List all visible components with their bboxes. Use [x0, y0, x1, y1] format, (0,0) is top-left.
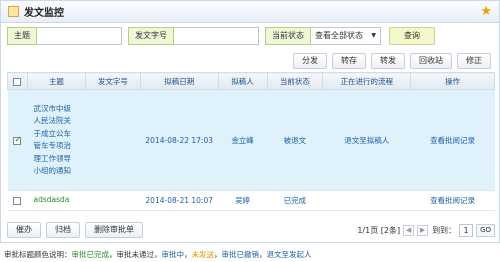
page-info: 1/1页 [2条]: [357, 225, 401, 235]
doc-table: 主题 发文字号 拟稿日期 拟稿人 当前状态 正在进行的流程 操作 武汉市中级人民…: [7, 72, 495, 211]
status-select-value: 查看全部状态: [315, 31, 363, 40]
col-date[interactable]: 拟稿日期: [139, 72, 219, 90]
archive-button[interactable]: 归档: [46, 222, 80, 238]
page-title: 发文监控: [24, 8, 64, 19]
legend-doing: 审批中: [161, 250, 185, 259]
view-record-link[interactable]: 查看批阅记录: [410, 89, 495, 191]
prev-page-icon[interactable]: ◀: [403, 224, 415, 236]
col-process[interactable]: 正在进行的流程: [322, 72, 412, 90]
status-cell: 被退文: [267, 89, 323, 191]
legend-sep: ，: [214, 250, 222, 259]
goto-label: 到到：: [432, 225, 457, 235]
select-all-header: [7, 72, 28, 90]
docno-cell: [85, 89, 141, 191]
col-action: 操作: [410, 72, 495, 90]
recycle-bin-button[interactable]: 回收站: [410, 53, 452, 69]
go-button[interactable]: GO: [476, 223, 495, 237]
subject-link[interactable]: 武汉市中级人民法院关于成立公车管车专项治理工作领导小组的通知: [33, 103, 73, 178]
footer-bar: 催办 归档 删除审批单 1/1页 [2条] ◀ ▶ 到到： 1 GO: [7, 220, 495, 240]
row-checkbox-cell: [7, 190, 28, 211]
row-checkbox[interactable]: [13, 135, 22, 145]
color-legend: 审批标题颜色说明：审批已完成，审批未通过，审批中，未发送，审批已撤销，退文至发起…: [4, 249, 312, 260]
goto-page-input[interactable]: 1: [459, 223, 474, 237]
subject-cell: 武汉市中级人民法院关于成立公车管车专项治理工作领导小组的通知: [27, 89, 86, 191]
legend-done: 审批已完成: [71, 250, 110, 259]
drafter-cell: 吴婷: [218, 190, 267, 211]
urge-button[interactable]: 催办: [7, 222, 41, 238]
doc-monitor-panel: 发文监控 ★ 主题 发文字号 当前状态 查看全部状态 ▼ 查询 分发 转存 转发…: [0, 0, 500, 243]
docno-input[interactable]: [174, 27, 259, 45]
toolbar: 分发 转存 转发 回收站 修正: [288, 53, 491, 69]
date-cell: 2014-08-22 17:03: [140, 89, 219, 191]
amend-button[interactable]: 修正: [457, 53, 491, 69]
search-bar: 主题 发文字号 当前状态 查看全部状态 ▼ 查询: [7, 27, 435, 45]
col-subject[interactable]: 主题: [26, 72, 86, 90]
forward-button[interactable]: 转发: [371, 53, 405, 69]
row-checkbox[interactable]: [13, 197, 22, 205]
col-docno[interactable]: 发文字号: [84, 72, 141, 90]
drafter-cell: 金立峰: [218, 89, 267, 191]
subject-label: 主题: [7, 27, 37, 45]
legend-unsent: 未发送: [191, 250, 215, 259]
delete-approval-button[interactable]: 删除审批单: [85, 222, 143, 238]
status-cell: 已完成: [267, 190, 323, 211]
document-icon: [8, 6, 19, 17]
col-status[interactable]: 当前状态: [266, 72, 324, 90]
legend-nopass: 审批未通过: [116, 250, 155, 259]
legend-back: 退文至发起人: [266, 250, 312, 259]
date-cell: 2014-08-21 10:07: [140, 190, 219, 211]
legend-revoked: 审批已撤销: [221, 250, 260, 259]
process-cell: [322, 190, 411, 211]
docno-label: 发文字号: [128, 27, 174, 45]
save-as-button[interactable]: 转存: [332, 53, 366, 69]
row-checkbox-cell: [7, 89, 28, 191]
view-record-link[interactable]: 查看批阅记录: [410, 190, 495, 211]
status-label: 当前状态: [265, 27, 311, 45]
col-drafter[interactable]: 拟稿人: [217, 72, 268, 90]
next-page-icon[interactable]: ▶: [417, 224, 429, 236]
pagination: 1/1页 [2条] ◀ ▶ 到到： 1 GO: [357, 223, 495, 237]
subject-link[interactable]: adsdasda: [27, 190, 86, 211]
table-row[interactable]: 武汉市中级人民法院关于成立公车管车专项治理工作领导小组的通知 2014-08-2…: [7, 89, 495, 191]
process-cell: 退文至拟稿人: [322, 89, 411, 191]
star-icon[interactable]: ★: [480, 4, 492, 19]
select-all-checkbox[interactable]: [13, 77, 22, 86]
title-bar: 发文监控 ★: [1, 1, 499, 23]
legend-prefix: 审批标题颜色说明：: [4, 250, 72, 259]
status-select[interactable]: 查看全部状态 ▼: [311, 27, 381, 45]
docno-cell: [85, 190, 141, 211]
table-row[interactable]: adsdasda 2014-08-21 10:07 吴婷 已完成 查看批阅记录: [7, 190, 495, 211]
subject-input[interactable]: [37, 27, 122, 45]
distribute-button[interactable]: 分发: [293, 53, 327, 69]
legend-sep: ，: [259, 250, 267, 259]
dropdown-arrow-icon: ▼: [371, 32, 376, 39]
legend-sep: ，: [109, 250, 117, 259]
query-button[interactable]: 查询: [389, 27, 435, 45]
legend-sep: ，: [184, 250, 192, 259]
legend-sep: ，: [154, 250, 162, 259]
